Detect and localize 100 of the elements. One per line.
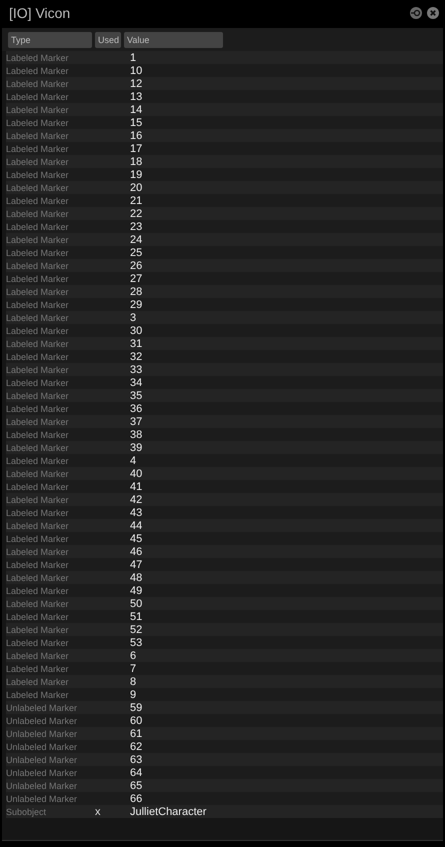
type-cell-text: Labeled Marker [6, 208, 70, 218]
type-cell-text: Labeled Marker [6, 260, 70, 270]
value-cell: 7 [130, 662, 136, 674]
value-cell: 63 [130, 754, 142, 766]
value-cell: 12 [130, 78, 142, 90]
value-cell: 6 [130, 650, 136, 662]
type-cell-text: Labeled Marker [6, 144, 70, 154]
column-header[interactable]: Value [124, 32, 223, 48]
value-cell: 25 [130, 246, 142, 258]
type-cell-text: Labeled Marker [6, 352, 70, 362]
type-cell-text: Labeled Marker [6, 104, 70, 114]
type-cell-text: Labeled Marker [6, 378, 70, 388]
value-cell: 45 [130, 532, 142, 544]
value-cell: 41 [130, 480, 142, 492]
type-cell-text: Labeled Marker [6, 442, 70, 452]
type-cell-text: Unlabeled Marker [6, 794, 78, 804]
value-cell: 13 [130, 90, 142, 102]
type-cell-text: Labeled Marker [6, 520, 70, 530]
value-cell: 16 [130, 130, 142, 142]
type-cell-text: Unlabeled Marker [6, 742, 78, 752]
value-cell: 30 [130, 324, 142, 336]
value-cell: 4 [130, 454, 136, 466]
column-header[interactable]: Type [8, 32, 92, 48]
value-cell: 9 [130, 688, 136, 700]
value-cell: 32 [130, 350, 142, 362]
type-cell-text: Labeled Marker [6, 586, 70, 596]
value-cell: 29 [130, 298, 142, 310]
value-cell: 44 [130, 520, 142, 532]
type-cell-text: Labeled Marker [6, 430, 70, 440]
type-cell-text: Labeled Marker [6, 364, 70, 374]
value-cell: 48 [130, 572, 142, 584]
type-cell-text: Unlabeled Marker [6, 780, 78, 790]
value-cell: 47 [130, 558, 142, 570]
value-cell: 62 [130, 740, 142, 752]
type-cell-text: Unlabeled Marker [6, 754, 78, 764]
value-cell: 1 [130, 52, 136, 64]
type-cell-text: Labeled Marker [6, 624, 70, 634]
value-cell: 51 [130, 610, 142, 622]
type-cell-text: Labeled Marker [6, 534, 70, 544]
type-cell-text: Unlabeled Marker [6, 768, 78, 778]
type-cell-text: Labeled Marker [6, 196, 70, 206]
value-cell: 49 [130, 584, 142, 596]
type-cell-text: Labeled Marker [6, 676, 70, 686]
type-cell-text: Labeled Marker [6, 182, 70, 192]
value-cell: 20 [130, 182, 142, 194]
value-cell: 31 [130, 338, 142, 350]
value-cell: 38 [130, 428, 142, 440]
type-cell-text: Labeled Marker [6, 156, 70, 166]
type-cell-text: Labeled Marker [6, 130, 70, 140]
value-cell: 64 [130, 766, 142, 778]
value-cell: 42 [130, 494, 142, 506]
value-cell: 39 [130, 442, 142, 454]
value-cell: 17 [130, 142, 142, 154]
value-cell: 27 [130, 272, 142, 284]
value-cell: 28 [130, 286, 142, 298]
type-cell-text: Labeled Marker [6, 572, 70, 582]
type-cell-text: Labeled Marker [6, 312, 70, 322]
type-cell-text: Labeled Marker [6, 404, 70, 414]
type-cell-text: Labeled Marker [6, 234, 70, 244]
type-cell-text: Labeled Marker [6, 638, 70, 648]
value-cell: 35 [130, 390, 142, 402]
type-cell-text: Labeled Marker [6, 248, 70, 258]
type-cell-text: Labeled Marker [6, 598, 70, 608]
value-cell: 43 [130, 506, 142, 518]
type-cell-text: Labeled Marker [6, 650, 70, 660]
value-cell: 26 [130, 260, 142, 272]
type-cell-text: Labeled Marker [6, 118, 70, 128]
value-cell: 18 [130, 156, 142, 168]
value-cell: JullietCharacter [130, 806, 206, 818]
type-cell-text: Labeled Marker [6, 92, 70, 102]
type-cell-text: Labeled Marker [6, 66, 70, 76]
value-cell: 53 [130, 636, 142, 648]
value-cell: 21 [130, 194, 142, 206]
type-cell-text: Labeled Marker [6, 664, 70, 674]
type-cell-text: Labeled Marker [6, 690, 70, 700]
value-cell: 66 [130, 792, 142, 804]
column-header[interactable]: Used [95, 32, 121, 48]
value-cell: 46 [130, 546, 142, 558]
used-cell: x [95, 806, 100, 818]
value-cell: 3 [130, 312, 136, 324]
type-cell-text: Unlabeled Marker [6, 728, 78, 738]
value-cell: 24 [130, 234, 142, 246]
value-cell: 33 [130, 364, 142, 376]
type-cell-text: Labeled Marker [6, 456, 70, 466]
type-cell-text: Labeled Marker [6, 416, 70, 426]
type-cell-text: Labeled Marker [6, 560, 70, 570]
type-cell-text: Labeled Marker [6, 482, 70, 492]
value-cell: 37 [130, 416, 142, 428]
type-cell-text: Labeled Marker [6, 612, 70, 622]
value-cell: 15 [130, 116, 142, 128]
type-cell-text: Labeled Marker [6, 508, 70, 518]
value-cell: 52 [130, 624, 142, 636]
type-cell-text: Labeled Marker [6, 170, 70, 180]
value-cell: 60 [130, 714, 142, 726]
value-cell: 14 [130, 104, 142, 116]
value-cell: 59 [130, 702, 142, 714]
close-icon[interactable] [427, 7, 439, 19]
value-cell: 19 [130, 168, 142, 180]
window-title: [IO] Vicon [9, 5, 72, 21]
type-cell-text: Labeled Marker [6, 338, 70, 348]
